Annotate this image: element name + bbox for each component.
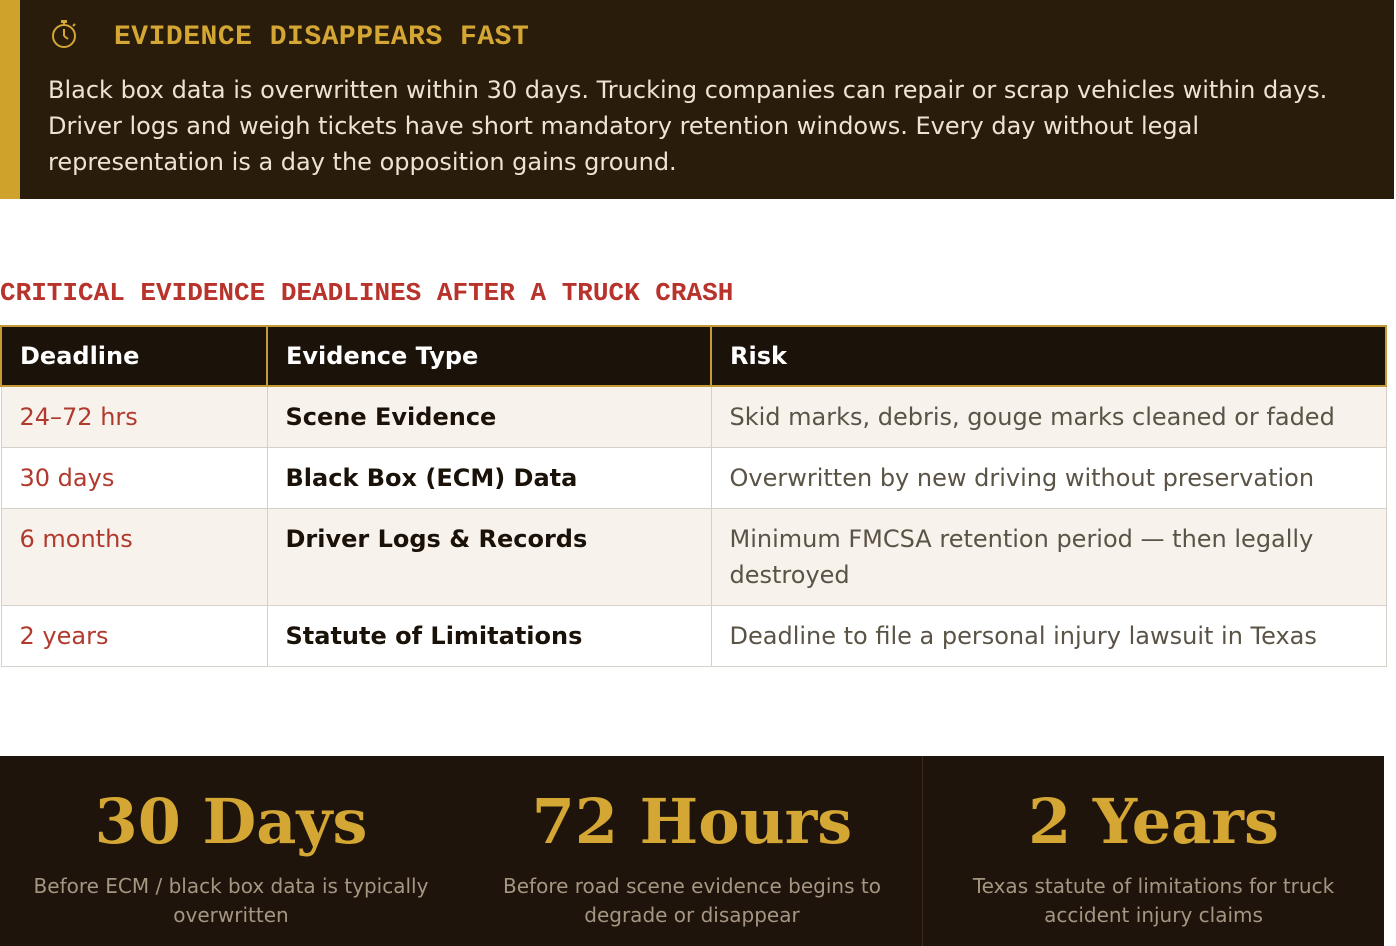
stat-value: 30 Days [94,785,368,858]
alert-title: EVIDENCE DISAPPEARS FAST [114,22,530,53]
table-row: 2 years Statute of Limitations Deadline … [0,605,1387,667]
stat-label: Before ECM / black box data is typically… [33,874,429,927]
evidence-type-cell: Driver Logs & Records [266,508,712,606]
deadline-cell: 6 months [0,508,268,606]
column-header-risk: Risk [710,325,1387,387]
risk-cell: Overwritten by new driving without prese… [710,447,1387,509]
alert-accent-bar [0,0,20,199]
deadline-cell: 24–72 hrs [0,385,268,448]
table-header-row: Deadline Evidence Type Risk [0,325,1387,387]
stats-banner: 30 Days Before ECM / black box data is t… [0,756,1384,946]
alert-body: Black box data is overwritten within 30 … [48,76,1328,176]
stopwatch-icon [48,18,80,50]
table-row: 24–72 hrs Scene Evidence Skid marks, deb… [0,385,1387,448]
evidence-deadlines-table: Deadline Evidence Type Risk 24–72 hrs Sc… [0,325,1387,667]
table-row: 30 days Black Box (ECM) Data Overwritten… [0,447,1387,509]
section-title: CRITICAL EVIDENCE DEADLINES AFTER A TRUC… [0,278,734,308]
column-header-evidence-type: Evidence Type [266,325,712,387]
evidence-type-cell: Scene Evidence [266,385,712,448]
evidence-alert: EVIDENCE DISAPPEARS FAST Black box data … [0,0,1394,199]
evidence-type-cell: Black Box (ECM) Data [266,447,712,509]
risk-cell: Minimum FMCSA retention period — then le… [710,508,1387,606]
stat-label: Before road scene evidence begins to deg… [503,874,881,927]
risk-cell: Deadline to file a personal injury lawsu… [710,605,1387,667]
stat-scene: 72 Hours Before road scene evidence begi… [462,756,922,946]
risk-cell: Skid marks, debris, gouge marks cleaned … [710,385,1387,448]
deadline-cell: 30 days [0,447,268,509]
stat-label: Texas statute of limitations for truck a… [972,874,1335,927]
stat-limitations: 2 Years Texas statute of limitations for… [922,756,1384,946]
stat-value: 2 Years [1028,785,1279,858]
stat-ecm: 30 Days Before ECM / black box data is t… [0,756,462,946]
evidence-type-cell: Statute of Limitations [266,605,712,667]
column-header-deadline: Deadline [0,325,268,387]
stat-value: 72 Hours [531,785,853,858]
deadline-cell: 2 years [0,605,268,667]
table-row: 6 months Driver Logs & Records Minimum F… [0,508,1387,606]
